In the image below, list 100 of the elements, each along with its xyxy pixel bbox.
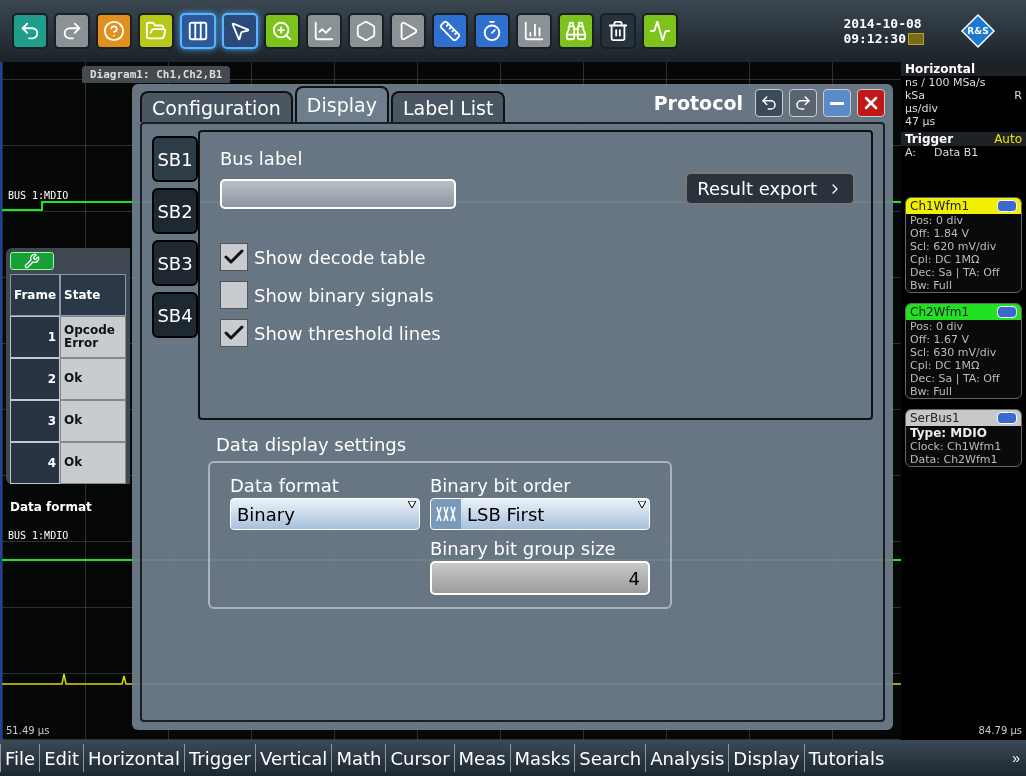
wrench-icon — [24, 253, 40, 269]
menu-item[interactable]: Masks — [509, 744, 575, 772]
timer-button[interactable] — [474, 13, 510, 49]
box-header: Ch1Wfm1 — [906, 198, 1021, 214]
menu-item[interactable]: Meas — [453, 744, 510, 772]
collapse-button[interactable] — [997, 306, 1017, 318]
minimize-button[interactable] — [823, 89, 851, 117]
menu-item[interactable]: Analysis — [645, 744, 729, 772]
box-header: Ch2Wfm1 — [906, 304, 1021, 320]
logo: R&S — [960, 13, 996, 49]
menu-item[interactable]: Vertical — [255, 744, 332, 772]
menu-item[interactable]: Edit — [39, 744, 83, 772]
input-field[interactable]: 4 — [430, 561, 650, 595]
binoculars-button[interactable] — [558, 13, 594, 49]
info-text: Type: MDIO — [909, 426, 988, 440]
table-cell: 3 — [10, 400, 60, 442]
info-text: Cpl: DC 1MΩ — [909, 253, 981, 266]
side-tab[interactable]: SB3 — [152, 240, 198, 286]
menu-item[interactable]: File — [0, 744, 40, 772]
redo-button[interactable] — [54, 13, 90, 49]
more-button[interactable]: » — [1006, 750, 1026, 766]
folder-button[interactable] — [138, 13, 174, 49]
info-text: Scl: 630 mV/div — [909, 346, 998, 359]
zoom-button[interactable] — [264, 13, 300, 49]
line-chart-button[interactable] — [306, 13, 342, 49]
field-label: Data format — [230, 475, 340, 496]
bar-chart-button[interactable] — [516, 13, 552, 49]
tab[interactable]: Display — [294, 86, 389, 122]
tool-button[interactable] — [10, 252, 54, 270]
menu-item[interactable]: Trigger — [183, 744, 255, 772]
play-button[interactable] — [390, 13, 426, 49]
group-title: Data display settings — [216, 434, 408, 455]
redo-icon — [794, 94, 812, 112]
ruler-button[interactable] — [432, 13, 468, 49]
info-text: Pos: 0 div — [909, 214, 964, 227]
side-tab[interactable]: SB1 — [152, 136, 198, 182]
input-field[interactable] — [220, 179, 456, 209]
bus-info-box[interactable]: SerBus1 Type: MDIO Clock: Ch1Wfm1 Data: Ch2Wfm1 — [905, 409, 1022, 467]
field-label: Bus label — [220, 148, 304, 169]
tab[interactable]: Label List — [390, 91, 506, 122]
info-text: 47 µs — [905, 115, 936, 128]
field-label: Data format — [10, 500, 93, 514]
menu-item[interactable]: Search — [574, 744, 646, 772]
channel-info-box[interactable]: Ch1Wfm1 Pos: 0 div Off: 1.84 V Scl: 620 mV/div Cpl: DC 1MΩ Dec: Sa | TA: Off Bw: Full — [905, 197, 1022, 293]
trash-button[interactable] — [600, 13, 636, 49]
checkbox[interactable] — [220, 319, 248, 347]
checkbox-label: Show threshold lines — [254, 322, 441, 344]
time-axis-label: 51.49 µs — [6, 725, 50, 736]
menu-item[interactable]: Cursor — [385, 744, 454, 772]
menu-item[interactable]: Math — [331, 744, 386, 772]
lxi-icon — [908, 32, 924, 45]
menu-item[interactable]: Horizontal — [83, 744, 184, 772]
dropdown[interactable]: LSB First — [430, 498, 650, 530]
channel-info-box[interactable]: Ch2Wfm1 Pos: 0 div Off: 1.67 V Scl: 630 mV/div Cpl: DC 1MΩ Dec: Sa | TA: Off Bw: Full — [905, 303, 1022, 399]
info-text: Cpl: DC 1MΩ — [909, 359, 981, 372]
table-cell: 1 — [10, 316, 60, 358]
info-text: µs/div — [905, 102, 938, 115]
zoom-icon — [271, 20, 293, 42]
table-cell: 4 — [10, 442, 60, 484]
diagram-tab[interactable]: Diagram1: Ch1,Ch2,B1 — [82, 66, 231, 83]
layout-button[interactable] — [180, 13, 216, 49]
dropdown[interactable]: Binary — [230, 498, 420, 530]
time-axis-label: 84.79 µs — [977, 725, 1023, 738]
result-export-button[interactable]: Result export — [685, 172, 855, 205]
checkbox[interactable] — [220, 281, 248, 309]
info-text: Bw: Full — [909, 279, 953, 292]
side-tab[interactable]: SB2 — [152, 188, 198, 234]
hexagon-button[interactable] — [348, 13, 384, 49]
close-button[interactable] — [857, 89, 885, 117]
info-text: R — [1014, 89, 1022, 102]
side-tab[interactable]: SB4 — [152, 292, 198, 338]
trash-icon — [607, 20, 629, 42]
info-text: ns / 100 MSa/s — [905, 76, 986, 89]
bar-chart-icon — [523, 20, 545, 42]
table-cell: Ok — [60, 400, 126, 442]
help-button[interactable] — [96, 13, 132, 49]
bus-label: BUS 1:MDIO — [6, 190, 71, 201]
info-text: Dec: Sa | TA: Off — [909, 266, 1001, 279]
info-text: Data B1 — [934, 146, 979, 159]
caret-icon — [408, 501, 416, 508]
table-cell: Opcode Error — [60, 316, 126, 358]
date-text: 2014-10-08 — [843, 16, 922, 31]
binoculars-icon — [565, 20, 587, 42]
info-text: Off: 1.84 V — [909, 227, 970, 240]
collapse-button[interactable] — [997, 412, 1017, 424]
panel-header: Horizontal — [901, 62, 1026, 76]
menu-item[interactable]: Tutorials — [803, 744, 889, 772]
waveform-button[interactable] — [642, 13, 678, 49]
checkbox[interactable] — [220, 243, 248, 271]
tab[interactable]: Configuration — [140, 91, 293, 122]
table-cell: Ok — [60, 442, 126, 484]
caret-icon — [638, 501, 646, 508]
collapse-button[interactable] — [997, 200, 1017, 212]
undo-button[interactable] — [12, 13, 48, 49]
column-header: State — [60, 274, 126, 316]
checkbox-label: Show decode table — [254, 246, 426, 268]
box-header: SerBus1 — [906, 410, 1021, 426]
pointer-button[interactable] — [222, 13, 258, 49]
menu-item[interactable]: Display — [728, 744, 804, 772]
dialog-title: Protocol — [653, 92, 743, 114]
